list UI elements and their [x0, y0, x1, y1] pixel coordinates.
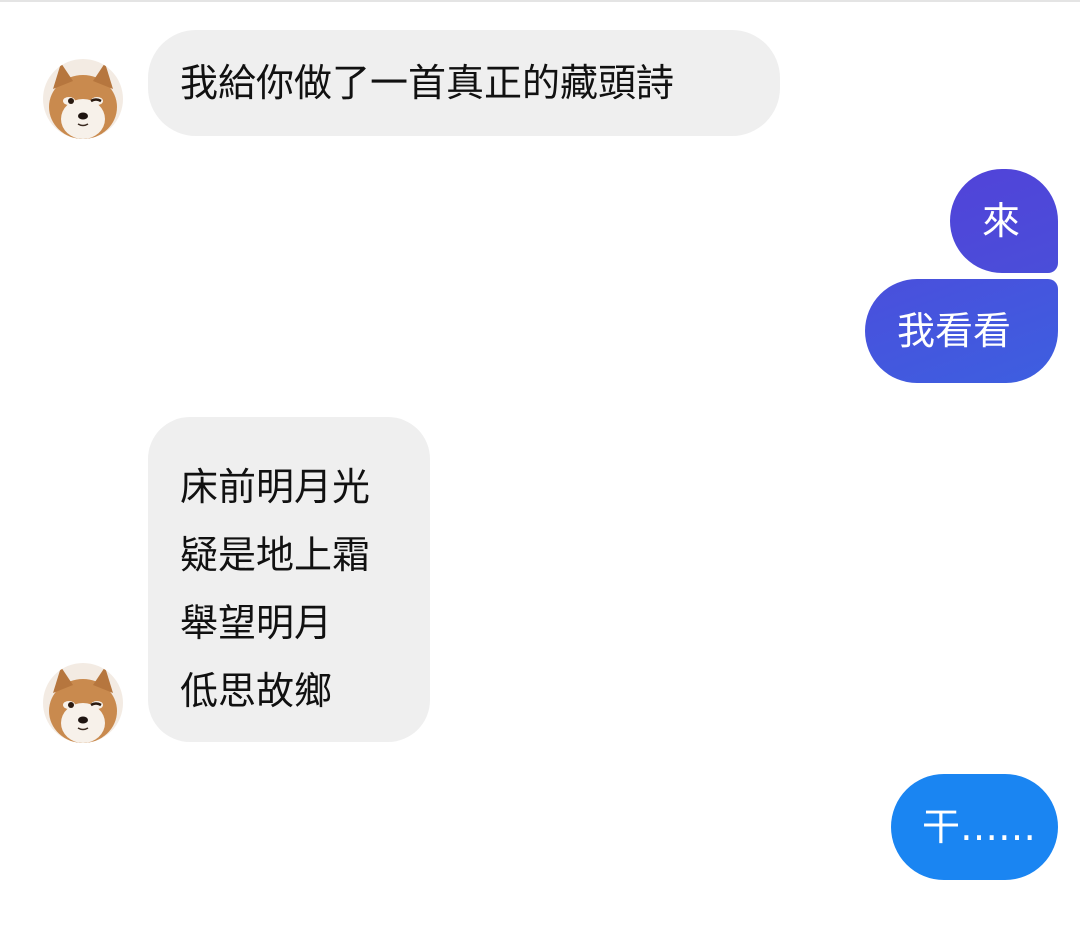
- poem-line: 低思故鄉: [180, 669, 333, 713]
- message-outgoing-come[interactable]: 來: [950, 169, 1058, 273]
- poem-line: 舉望明月: [180, 601, 333, 645]
- message-outgoing-reaction[interactable]: 干……: [891, 774, 1058, 880]
- message-text: 來: [982, 199, 1021, 243]
- message-text: 我給你做了一首真正的藏頭詩: [180, 61, 675, 105]
- message-outgoing-let-me-see[interactable]: 我看看: [865, 279, 1058, 383]
- message-text: 我看看: [897, 309, 1012, 353]
- shiba-inu-avatar-icon: [43, 59, 123, 139]
- message-incoming-intro[interactable]: 我給你做了一首真正的藏頭詩: [148, 30, 780, 136]
- poem-line: 疑是地上霜: [180, 533, 371, 577]
- shiba-inu-avatar-icon: [43, 663, 123, 743]
- message-incoming-poem[interactable]: 床前明月光 疑是地上霜 舉望明月 低思故鄉: [148, 417, 430, 742]
- top-divider: [0, 0, 1080, 2]
- message-text: 干……: [922, 805, 1037, 849]
- friend-avatar[interactable]: [43, 663, 123, 743]
- poem-line: 床前明月光: [180, 465, 371, 509]
- friend-avatar[interactable]: [43, 59, 123, 139]
